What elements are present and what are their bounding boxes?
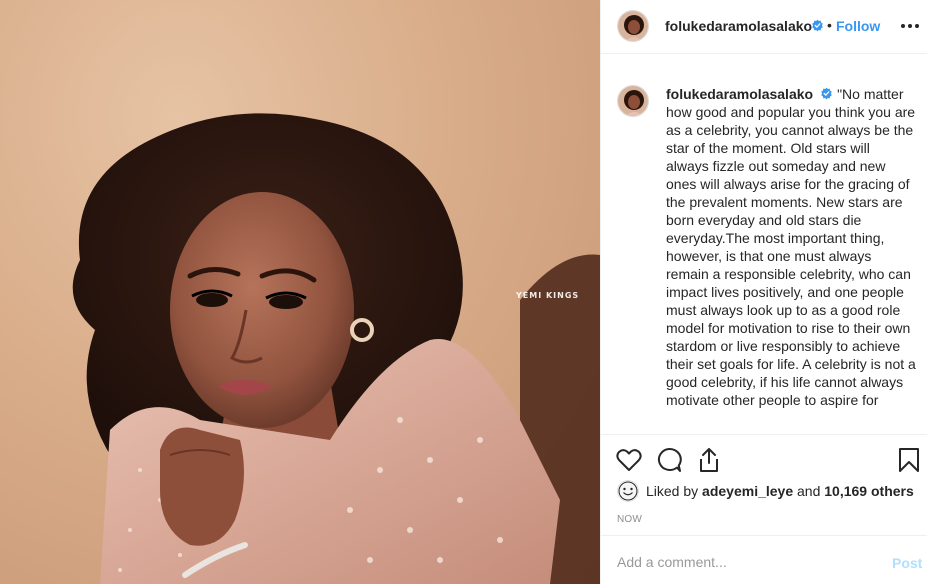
caption-text: "No matter how good and popular you thin… <box>666 86 916 408</box>
comments-section[interactable]: folukedaramolasalako "No matter how good… <box>601 55 927 433</box>
liker-avatar-icon[interactable] <box>617 480 639 502</box>
post-photo[interactable]: YEMI KINGS <box>0 0 600 584</box>
post-actions: Liked by adeyemi_leye and 10,169 others … <box>601 434 927 584</box>
likes-summary: Liked by adeyemi_leye and 10,169 others <box>617 480 914 502</box>
verified-badge-icon <box>821 87 832 100</box>
comment-input[interactable] <box>617 552 867 572</box>
likes-joiner: and <box>797 483 821 499</box>
portrait-illustration <box>72 113 600 584</box>
avatar[interactable] <box>617 10 649 42</box>
likes-others-link[interactable]: 10,169 others <box>824 483 914 499</box>
avatar[interactable] <box>617 85 649 117</box>
header-username[interactable]: folukedaramolasalako <box>665 18 812 34</box>
more-options-icon[interactable] <box>898 16 922 36</box>
liker-username[interactable]: adeyemi_leye <box>702 483 793 499</box>
comment-icon[interactable] <box>656 447 682 473</box>
likes-prefix: Liked by <box>646 483 699 499</box>
heart-icon[interactable] <box>616 447 642 473</box>
bookmark-icon[interactable] <box>896 447 922 473</box>
post-caption: folukedaramolasalako "No matter how good… <box>666 85 916 409</box>
add-comment-bar: Post <box>601 535 927 584</box>
post-side-panel: folukedaramolasalako • Follow folukedara… <box>600 0 927 584</box>
post-header: folukedaramolasalako • Follow <box>601 0 927 54</box>
share-icon[interactable] <box>696 447 722 473</box>
post-comment-button[interactable]: Post <box>892 555 922 571</box>
verified-badge-icon <box>812 19 823 32</box>
header-separator: • <box>827 17 832 33</box>
caption-username[interactable]: folukedaramolasalako <box>666 86 813 102</box>
follow-button[interactable]: Follow <box>836 18 880 34</box>
photo-watermark: YEMI KINGS <box>516 291 580 300</box>
post-timestamp[interactable]: NOW <box>617 514 642 525</box>
instagram-post: YEMI KINGS folukedaramolasalako • Follow <box>0 0 927 584</box>
